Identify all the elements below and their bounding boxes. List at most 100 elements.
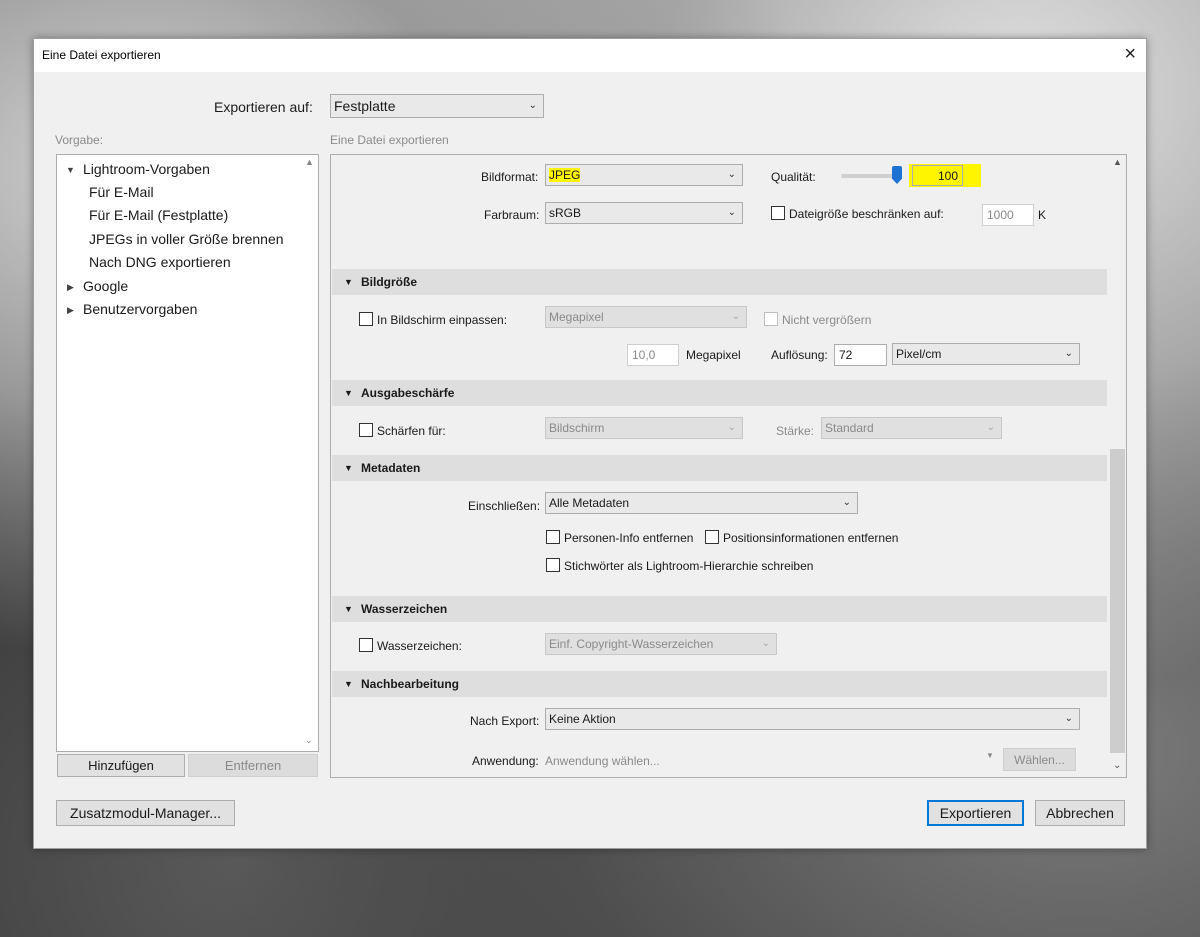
sharpen-checkbox[interactable] — [359, 423, 373, 437]
preset-item[interactable]: Für E-Mail — [89, 184, 154, 200]
preset-group-lightroom[interactable]: Lightroom-Vorgaben — [83, 161, 210, 177]
scroll-up-icon[interactable]: ▲ — [305, 157, 314, 167]
export-to-label: Exportieren auf: — [214, 99, 313, 115]
collapse-triangle-icon: ▼ — [344, 679, 353, 689]
keywords-checkbox[interactable] — [546, 558, 560, 572]
section-post-processing[interactable]: ▼ Nachbearbeitung — [332, 671, 1107, 697]
chevron-down-icon: ⌄ — [727, 422, 736, 433]
limit-size-label: Dateigröße beschränken auf: — [789, 207, 944, 221]
collapse-triangle-icon[interactable]: ▶ — [67, 282, 74, 293]
title-bar: Eine Datei exportieren × — [34, 39, 1146, 72]
export-button[interactable]: Exportieren — [927, 800, 1024, 826]
collapse-triangle-icon: ▼ — [344, 277, 353, 287]
scroll-down-icon[interactable]: ⌄ — [1113, 760, 1121, 771]
resolution-unit-dropdown[interactable]: Pixel/cm ⌄ — [892, 343, 1080, 365]
chevron-down-icon: ⌄ — [842, 497, 851, 508]
no-enlarge-checkbox[interactable] — [764, 312, 778, 326]
dialog-title: Eine Datei exportieren — [42, 48, 161, 62]
format-dropdown[interactable]: JPEG ⌄ — [545, 164, 743, 186]
fit-screen-label: In Bildschirm einpassen: — [377, 313, 508, 327]
remove-person-checkbox[interactable] — [546, 530, 560, 544]
application-placeholder[interactable]: Anwendung wählen... — [545, 754, 660, 768]
scroll-down-icon[interactable]: ⌄ — [305, 735, 313, 746]
watermark-label: Wasserzeichen: — [377, 639, 462, 653]
collapse-triangle-icon[interactable]: ▶ — [67, 305, 74, 316]
fit-screen-dropdown[interactable]: Megapixel ⌄ — [545, 306, 747, 328]
scroll-up-icon[interactable]: ▲ — [1113, 157, 1122, 167]
export-to-dropdown[interactable]: Festplatte ⌄ — [330, 94, 544, 118]
chevron-down-icon: ⌄ — [761, 638, 770, 649]
remove-preset-button[interactable]: Entfernen — [188, 754, 318, 777]
keywords-label: Stichwörter als Lightroom-Hierarchie sch… — [564, 559, 814, 573]
chevron-down-icon: ⌄ — [727, 169, 736, 180]
plugin-manager-button[interactable]: Zusatzmodul-Manager... — [56, 800, 235, 826]
preset-group-user[interactable]: Benutzervorgaben — [83, 301, 197, 317]
chevron-down-icon: ⌄ — [1064, 713, 1073, 724]
limit-size-checkbox[interactable] — [771, 206, 785, 220]
close-icon[interactable]: × — [1124, 44, 1136, 64]
quality-input[interactable]: 100 — [912, 165, 963, 186]
section-title: Bildgröße — [361, 275, 417, 289]
section-title: Wasserzeichen — [361, 602, 448, 616]
preset-item[interactable]: Nach DNG exportieren — [89, 254, 231, 270]
choose-application-button[interactable]: Wählen... — [1003, 748, 1076, 771]
include-dropdown[interactable]: Alle Metadaten ⌄ — [545, 492, 858, 514]
sharpen-dropdown[interactable]: Bildschirm ⌄ — [545, 417, 743, 439]
limit-size-unit: K — [1038, 208, 1047, 222]
add-preset-button[interactable]: Hinzufügen — [57, 754, 185, 777]
after-export-dropdown[interactable]: Keine Aktion ⌄ — [545, 708, 1080, 730]
scrollbar-thumb[interactable] — [1110, 449, 1125, 753]
settings-panel: Bildformat: JPEG ⌄ Qualität: 100 Farbrau… — [330, 154, 1127, 778]
export-to-value: Festplatte — [334, 98, 396, 114]
quality-label: Qualität: — [771, 170, 816, 184]
application-dropdown-icon[interactable]: ▼ — [986, 751, 994, 760]
section-title: Nachbearbeitung — [361, 677, 460, 691]
watermark-dropdown[interactable]: Einf. Copyright-Wasserzeichen ⌄ — [545, 633, 777, 655]
chevron-down-icon: ⌄ — [986, 422, 995, 433]
amount-value: Standard — [825, 421, 874, 435]
section-sharpening[interactable]: ▼ Ausgabeschärfe — [332, 380, 1107, 406]
preset-item[interactable]: JPEGs in voller Größe brennen — [89, 231, 284, 247]
preset-item[interactable]: Für E-Mail (Festplatte) — [89, 207, 228, 223]
preset-label: Vorgabe: — [55, 133, 104, 147]
resolution-input[interactable]: 72 — [834, 344, 887, 366]
section-metadata[interactable]: ▼ Metadaten — [332, 455, 1107, 481]
resolution-unit-value: Pixel/cm — [896, 347, 942, 361]
no-enlarge-label: Nicht vergrößern — [782, 313, 872, 327]
section-watermark[interactable]: ▼ Wasserzeichen — [332, 596, 1107, 622]
settings-scrollbar[interactable]: ▲ ⌄ — [1109, 155, 1126, 777]
right-panel-header: Eine Datei exportieren — [330, 133, 449, 147]
sharpen-label: Schärfen für: — [377, 424, 446, 438]
chevron-down-icon: ⌄ — [727, 207, 736, 218]
remove-location-checkbox[interactable] — [705, 530, 719, 544]
after-export-value: Keine Aktion — [549, 712, 616, 726]
cancel-button[interactable]: Abbrechen — [1035, 800, 1125, 826]
chevron-down-icon: ⌄ — [1064, 348, 1073, 359]
megapixel-input[interactable]: 10,0 — [627, 344, 679, 366]
colorspace-value: sRGB — [549, 206, 582, 220]
watermark-checkbox[interactable] — [359, 638, 373, 652]
after-export-label: Nach Export: — [470, 714, 540, 728]
section-image-size[interactable]: ▼ Bildgröße — [332, 269, 1107, 295]
chevron-down-icon: ⌄ — [528, 100, 537, 111]
fit-screen-checkbox[interactable] — [359, 312, 373, 326]
expand-triangle-icon[interactable]: ▼ — [66, 165, 75, 175]
collapse-triangle-icon: ▼ — [344, 463, 353, 473]
sharpen-value: Bildschirm — [549, 421, 605, 435]
limit-size-input[interactable]: 1000 — [982, 204, 1034, 226]
remove-location-label: Positionsinformationen entfernen — [723, 531, 899, 545]
colorspace-dropdown[interactable]: sRGB ⌄ — [545, 202, 743, 224]
amount-dropdown[interactable]: Standard ⌄ — [821, 417, 1002, 439]
quality-slider-thumb[interactable] — [892, 166, 902, 184]
section-title: Metadaten — [361, 461, 421, 475]
quality-slider-track[interactable] — [841, 174, 897, 178]
preset-group-google[interactable]: Google — [83, 278, 128, 294]
section-title: Ausgabeschärfe — [361, 386, 455, 400]
preset-scrollbar[interactable]: ▲ ⌄ — [302, 155, 318, 751]
preset-tree: ▼ Lightroom-Vorgaben Für E-Mail Für E-Ma… — [56, 154, 319, 752]
application-label: Anwendung: — [472, 754, 539, 768]
chevron-down-icon: ⌄ — [731, 311, 740, 322]
resolution-label: Auflösung: — [771, 348, 828, 362]
remove-person-label: Personen-Info entfernen — [564, 531, 694, 545]
watermark-value: Einf. Copyright-Wasserzeichen — [549, 637, 714, 651]
